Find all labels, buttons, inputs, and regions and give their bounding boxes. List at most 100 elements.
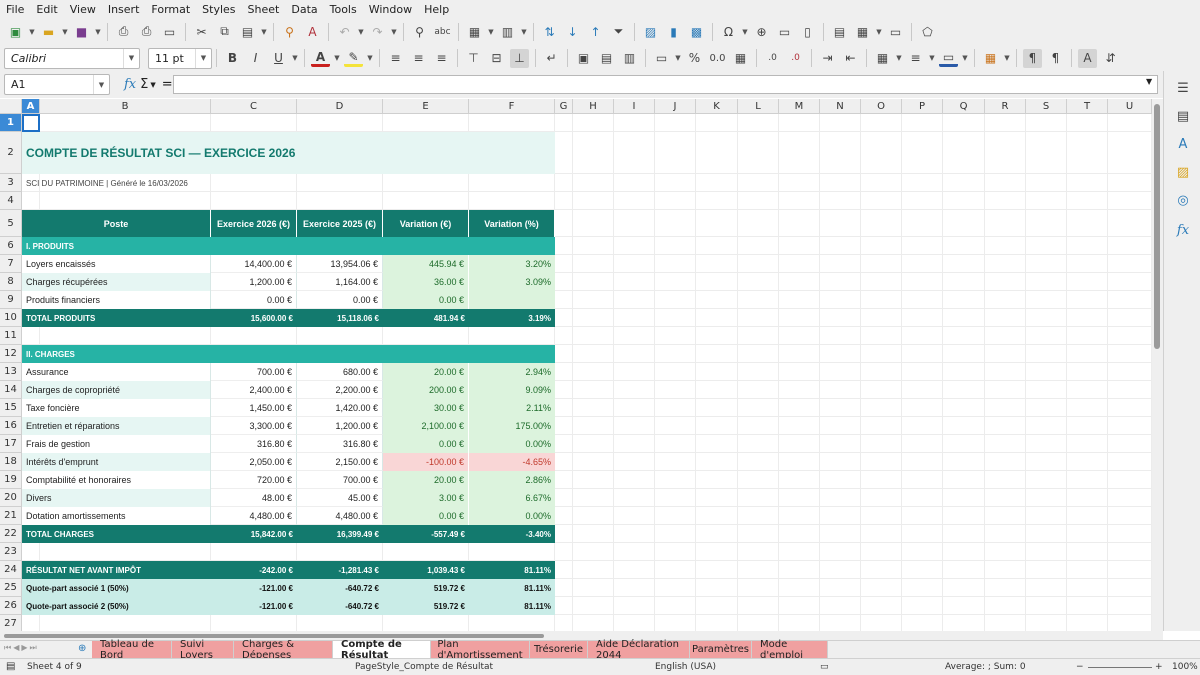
font-size-box[interactable]: 11 pt ▼ — [148, 47, 212, 69]
section-charges[interactable]: II. CHARGES — [22, 345, 555, 363]
charge-row-label[interactable]: Comptabilité et honoraires — [22, 471, 211, 489]
charge-row-variation-pct[interactable]: 0.00% — [469, 435, 555, 453]
decimal-format-button[interactable]: 0.0 — [708, 49, 727, 68]
row-header-26[interactable]: 26 — [0, 597, 22, 615]
row-header-7[interactable]: 7 — [0, 255, 22, 273]
column-header-j[interactable]: J — [655, 99, 696, 114]
associe-label[interactable]: Quote-part associé 2 (50%) — [22, 597, 211, 615]
pivot-table-icon[interactable]: ▩ — [687, 22, 706, 41]
zoom-level[interactable]: 100% — [1172, 662, 1198, 672]
resultat-net-label[interactable]: RÉSULTAT NET AVANT IMPÔT — [22, 561, 211, 579]
column-header-t[interactable]: T — [1067, 99, 1108, 114]
charge-row-2025[interactable]: 2,150.00 € — [297, 453, 383, 471]
undo-icon[interactable]: ↶ — [335, 22, 354, 41]
column-header-n[interactable]: N — [820, 99, 861, 114]
sheet-tab[interactable]: Suivi Loyers — [172, 639, 234, 661]
border-color-dropdown-icon[interactable]: ▼ — [961, 49, 969, 68]
charge-row-label[interactable]: Taxe foncière — [22, 399, 211, 417]
clear-formatting-icon[interactable]: A — [303, 22, 322, 41]
define-print-area-icon[interactable]: ▤ — [830, 22, 849, 41]
produit-row-variation-pct[interactable]: 3.09% — [469, 273, 555, 291]
font-name-box[interactable]: Calibri ▼ — [4, 47, 140, 69]
column-dropdown-icon[interactable]: ▼ — [520, 22, 528, 41]
font-color-icon[interactable]: A — [311, 50, 330, 67]
section-produits[interactable]: I. PRODUITS — [22, 237, 555, 255]
text-vertical-rtl-icon[interactable]: ⇵ — [1101, 49, 1120, 68]
increase-indent-icon[interactable]: ⇥ — [818, 49, 837, 68]
print-icon[interactable]: ⎙ — [137, 22, 156, 41]
vertical-scroll-thumb[interactable] — [1154, 104, 1160, 349]
borders-dropdown-icon[interactable]: ▼ — [895, 49, 903, 68]
row-header-11[interactable]: 11 — [0, 327, 22, 345]
new-document-icon[interactable]: ▣ — [6, 22, 25, 41]
charge-row-variation-pct[interactable]: 0.00% — [469, 507, 555, 525]
row-header-19[interactable]: 19 — [0, 471, 22, 489]
resultat-net-variation[interactable]: 1,039.43 € — [383, 561, 469, 579]
produit-row-variation[interactable]: 445.94 € — [383, 255, 469, 273]
header-footer-icon[interactable]: ▯ — [798, 22, 817, 41]
charge-row-label[interactable]: Charges de copropriété — [22, 381, 211, 399]
undo-dropdown-icon[interactable]: ▼ — [357, 22, 365, 41]
column-header-h[interactable]: H — [573, 99, 614, 114]
row-icon[interactable]: ▦ — [465, 22, 484, 41]
row-header-4[interactable]: 4 — [0, 192, 22, 210]
currency-dropdown-icon[interactable]: ▼ — [674, 49, 682, 68]
sheet-tab[interactable]: Mode d'emploi — [752, 639, 828, 661]
open-dropdown-icon[interactable]: ▼ — [61, 22, 69, 41]
charge-row-variation[interactable]: 3.00 € — [383, 489, 469, 507]
charge-row-2026[interactable]: 2,400.00 € — [211, 381, 297, 399]
column-header-g[interactable]: G — [555, 99, 573, 114]
total-produits-label[interactable]: TOTAL PRODUITS — [22, 309, 211, 327]
menu-styles[interactable]: Styles — [202, 3, 235, 16]
export-pdf-icon[interactable]: ⎙ — [114, 22, 133, 41]
add-decimal-icon[interactable]: .0 — [763, 49, 782, 68]
column-header-i[interactable]: I — [614, 99, 655, 114]
conditional-dropdown-icon[interactable]: ▼ — [1003, 49, 1011, 68]
last-sheet-icon[interactable]: ⏭ — [30, 643, 37, 656]
charge-row-2026[interactable]: 1,450.00 € — [211, 399, 297, 417]
border-style-icon[interactable]: ≡ — [906, 49, 925, 68]
language[interactable]: English (USA) — [655, 662, 716, 672]
print-preview-icon[interactable]: ▭ — [160, 22, 179, 41]
report-subtitle[interactable]: SCI DU PATRIMOINE | Généré le 16/03/2026 — [22, 174, 555, 192]
total-produits-variation-pct[interactable]: 3.19% — [469, 309, 555, 327]
report-title[interactable]: COMPTE DE RÉSULTAT SCI — EXERCICE 2026 — [22, 132, 555, 174]
borders-icon[interactable]: ▦ — [873, 49, 892, 68]
function-wizard-icon[interactable]: fx — [124, 77, 136, 92]
charge-row-label[interactable]: Entretien et réparations — [22, 417, 211, 435]
center-vertically-icon[interactable]: ⊟ — [487, 49, 506, 68]
row-header-25[interactable]: 25 — [0, 579, 22, 597]
add-sheet-icon[interactable]: ⊕ — [78, 643, 86, 654]
sheet-tab[interactable]: Paramètres — [690, 641, 752, 658]
row-header-10[interactable]: 10 — [0, 309, 22, 327]
total-charges-2025[interactable]: 16,399.49 € — [297, 525, 383, 543]
associe-2025[interactable]: -640.72 € — [297, 579, 383, 597]
charge-row-2025[interactable]: 700.00 € — [297, 471, 383, 489]
merge-cells-icon[interactable]: ▤ — [597, 49, 616, 68]
redo-icon[interactable]: ↷ — [368, 22, 387, 41]
column-header-k[interactable]: K — [696, 99, 738, 114]
row-header-17[interactable]: 17 — [0, 435, 22, 453]
charge-row-2026[interactable]: 700.00 € — [211, 363, 297, 381]
row-header-21[interactable]: 21 — [0, 507, 22, 525]
resultat-net-2025[interactable]: -1,281.43 € — [297, 561, 383, 579]
freeze-dropdown-icon[interactable]: ▼ — [875, 22, 883, 41]
align-right-icon[interactable]: ≡ — [432, 49, 451, 68]
row-header-8[interactable]: 8 — [0, 273, 22, 291]
charge-row-2025[interactable]: 1,200.00 € — [297, 417, 383, 435]
row-header-14[interactable]: 14 — [0, 381, 22, 399]
sidebar-menu-icon[interactable]: ☰ — [1174, 79, 1192, 97]
autofilter-icon[interactable]: ⏷ — [609, 22, 628, 41]
percent-format-button[interactable]: % — [685, 49, 704, 68]
paste-icon[interactable]: ▤ — [238, 22, 257, 41]
total-charges-label[interactable]: TOTAL CHARGES — [22, 525, 211, 543]
next-sheet-icon[interactable]: ▶ — [21, 643, 27, 656]
column-header-f[interactable]: F — [469, 99, 555, 114]
row-header-5[interactable]: 5 — [0, 210, 22, 237]
charge-row-variation[interactable]: 0.00 € — [383, 435, 469, 453]
total-produits-2026[interactable]: 15,600.00 € — [211, 309, 297, 327]
resultat-net-2026[interactable]: -242.00 € — [211, 561, 297, 579]
menu-sheet[interactable]: Sheet — [248, 3, 280, 16]
insert-image-icon[interactable]: ▨ — [641, 22, 660, 41]
zoom-slider[interactable] — [1088, 667, 1152, 668]
